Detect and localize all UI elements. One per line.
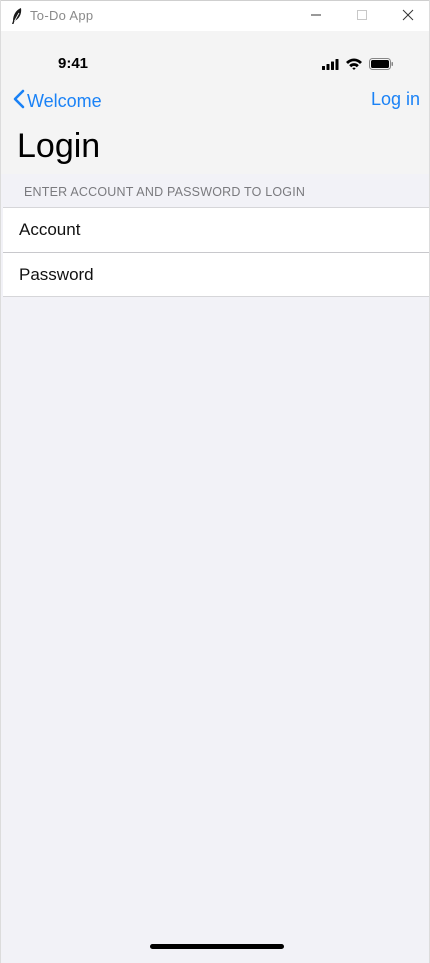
window-titlebar: To-Do App — [1, 0, 429, 32]
password-input[interactable] — [19, 264, 429, 285]
minimize-icon — [310, 8, 322, 26]
close-icon — [402, 8, 414, 26]
log-in-button[interactable]: Log in — [371, 89, 420, 110]
window-title: To-Do App — [30, 8, 94, 23]
navigation-bar: 9:41 Welcome Log in Login — [1, 31, 429, 174]
minimize-button[interactable] — [293, 1, 339, 32]
status-time: 9:41 — [58, 55, 89, 72]
cellular-signal-icon — [322, 59, 339, 70]
battery-icon — [369, 58, 393, 70]
account-row — [3, 208, 429, 252]
app-window: To-Do App 9:41 Welcome Log in Login ENTE… — [0, 0, 430, 963]
maximize-icon — [356, 8, 368, 26]
chevron-left-icon — [13, 89, 25, 114]
page-title: Login — [17, 127, 101, 165]
feather-icon — [10, 7, 24, 25]
wifi-icon — [346, 58, 362, 70]
form-section-header: ENTER ACCOUNT AND PASSWORD TO LOGIN — [24, 185, 306, 199]
back-button[interactable]: Welcome — [13, 89, 102, 113]
login-form — [3, 207, 429, 297]
account-input[interactable] — [19, 220, 429, 240]
back-button-label: Welcome — [27, 90, 102, 111]
maximize-button[interactable] — [339, 1, 385, 32]
password-row — [3, 252, 429, 296]
home-indicator[interactable] — [150, 944, 284, 949]
close-button[interactable] — [385, 1, 429, 32]
phone-screen: 9:41 Welcome Log in Login ENTER ACCOUNT … — [1, 31, 429, 963]
status-icons — [322, 57, 394, 71]
